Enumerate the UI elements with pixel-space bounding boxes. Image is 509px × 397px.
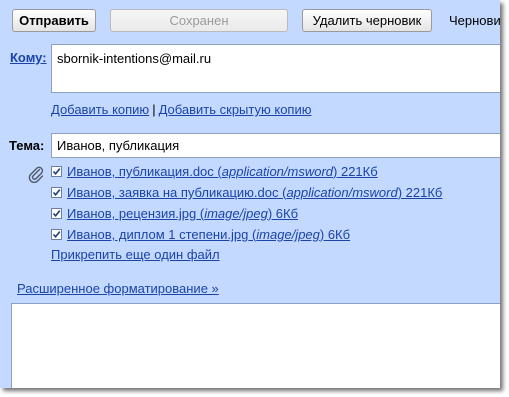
attachment-row: Иванов, заявка на публикацию.doc (applic… bbox=[51, 185, 442, 200]
send-button[interactable]: Отправить bbox=[12, 9, 96, 32]
cc-links: Добавить копию | Добавить скрытую копию bbox=[51, 102, 311, 117]
attachment-row: Иванов, диплом 1 степени.jpg (image/jpeg… bbox=[51, 227, 350, 242]
subject-input[interactable] bbox=[51, 133, 500, 158]
drafts-link[interactable]: Черновик bbox=[449, 13, 500, 28]
cc-separator: | bbox=[152, 102, 156, 117]
rich-formatting-link[interactable]: Расширенное форматирование » bbox=[17, 281, 219, 296]
saved-button: Сохранен bbox=[110, 9, 288, 32]
paperclip-icon bbox=[27, 165, 45, 186]
checkbox-checked-icon[interactable] bbox=[51, 187, 62, 198]
checkbox-checked-icon[interactable] bbox=[51, 166, 62, 177]
add-bcc-link[interactable]: Добавить скрытую копию bbox=[159, 102, 312, 117]
to-field[interactable]: sbornik-intentions@mail.ru bbox=[51, 44, 500, 93]
attachment-row: Иванов, публикация.doc (application/mswo… bbox=[51, 164, 378, 179]
delete-draft-button[interactable]: Удалить черновик bbox=[302, 9, 432, 32]
attachment-link[interactable]: Иванов, заявка на публикацию.doc (applic… bbox=[67, 185, 442, 200]
to-label-link[interactable]: Кому: bbox=[10, 50, 47, 65]
attachment-row: Иванов, рецензия.jpg (image/jpeg) 6Кб bbox=[51, 206, 298, 221]
attachment-link[interactable]: Иванов, рецензия.jpg (image/jpeg) 6Кб bbox=[67, 206, 298, 221]
attachment-link[interactable]: Иванов, диплом 1 степени.jpg (image/jpeg… bbox=[67, 227, 350, 242]
add-cc-link[interactable]: Добавить копию bbox=[51, 102, 149, 117]
subject-label: Тема: bbox=[9, 138, 45, 153]
attach-another-file-link[interactable]: Прикрепить еще один файл bbox=[51, 247, 220, 262]
checkbox-checked-icon[interactable] bbox=[51, 229, 62, 240]
compose-panel: Отправить Сохранен Удалить черновик Черн… bbox=[0, 0, 500, 388]
checkbox-checked-icon[interactable] bbox=[51, 208, 62, 219]
message-body-editor[interactable] bbox=[11, 303, 500, 388]
attachment-link[interactable]: Иванов, публикация.doc (application/mswo… bbox=[67, 164, 378, 179]
